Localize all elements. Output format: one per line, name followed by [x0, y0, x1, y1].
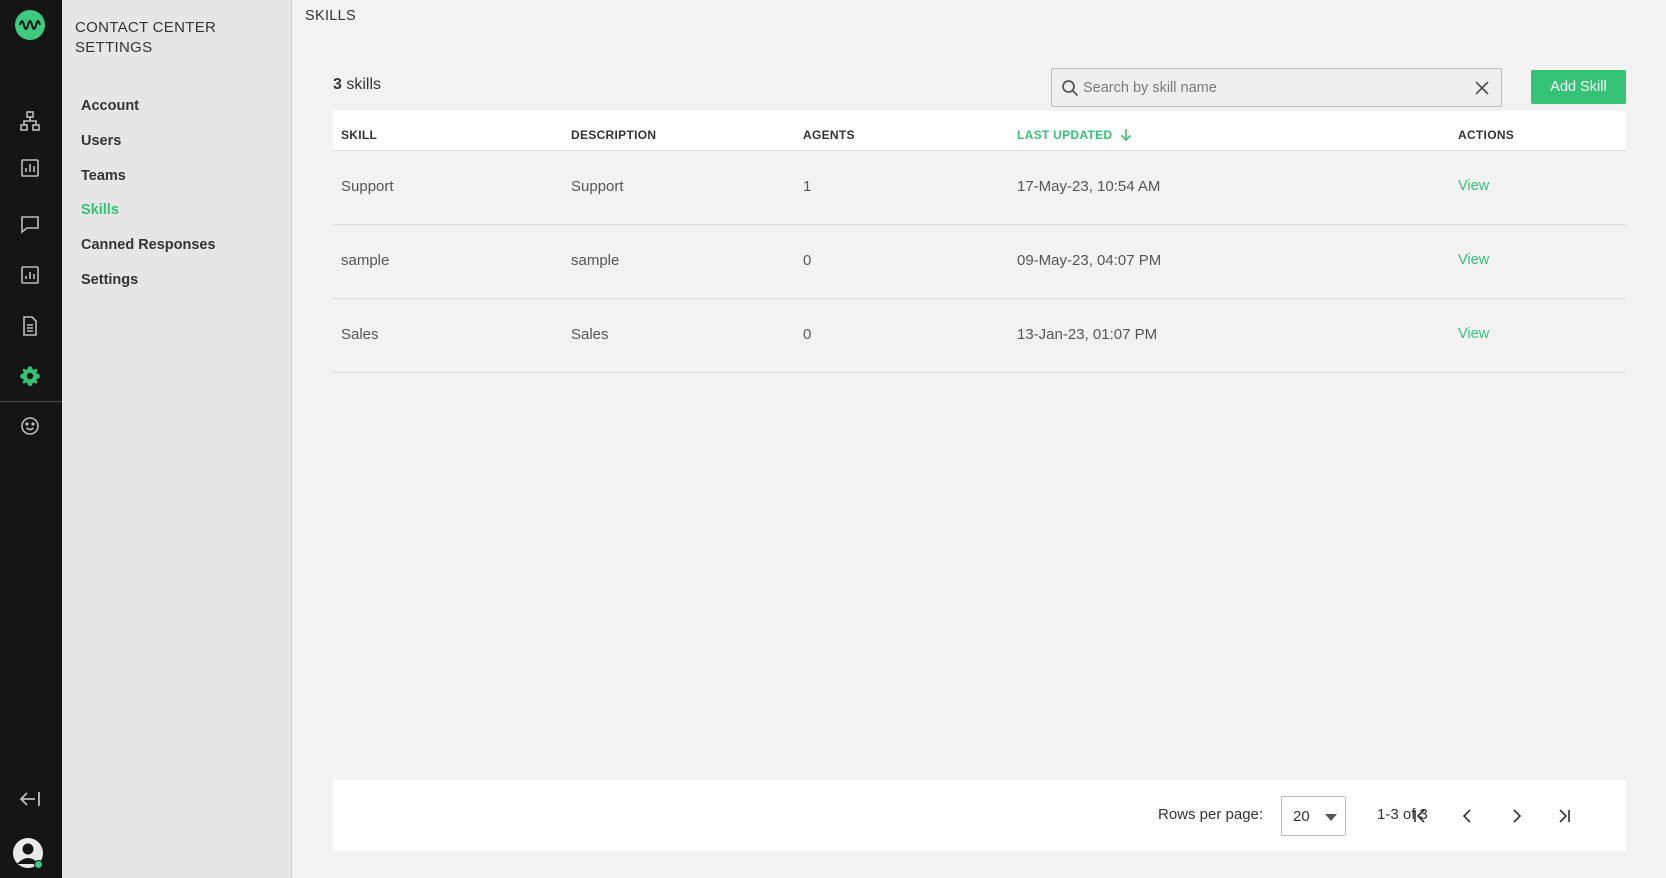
cell-skill: Sales — [341, 326, 379, 343]
sidebar-item-users[interactable]: Users — [81, 133, 121, 149]
next-page-icon[interactable] — [1505, 805, 1527, 827]
cell-description: sample — [571, 252, 620, 269]
cell-agents: 0 — [803, 326, 812, 343]
analytics-icon[interactable] — [17, 155, 43, 181]
settings-icon[interactable] — [17, 363, 43, 389]
table-header: SKILL DESCRIPTION AGENTS LAST UPDATED AC… — [333, 111, 1626, 151]
cell-last-updated: 13-Jan-23, 01:07 PM — [1017, 326, 1158, 343]
sidebar-item-skills[interactable]: Skills — [81, 202, 119, 218]
cell-agents: 0 — [803, 252, 812, 269]
sidebar-item-canned-responses[interactable]: Canned Responses — [81, 237, 216, 253]
column-header-description[interactable]: DESCRIPTION — [571, 128, 656, 142]
main-content: SKILLS 3 skills Add Skill SKILL DESCRIPT… — [292, 0, 1666, 878]
document-icon[interactable] — [17, 313, 43, 339]
column-header-agents[interactable]: AGENTS — [803, 128, 855, 142]
settings-sidebar: CONTACT CENTER SETTINGS Account Users Te… — [62, 0, 292, 878]
last-updated-label: LAST UPDATED — [1017, 128, 1113, 142]
sidebar-item-settings[interactable]: Settings — [81, 272, 138, 288]
column-header-last-updated[interactable]: LAST UPDATED — [1017, 128, 1132, 142]
pagination-bar: Rows per page: 20 1-3 of 3 — [333, 780, 1626, 851]
app-rail — [0, 0, 62, 878]
cell-agents: 1 — [803, 178, 812, 195]
org-chart-icon[interactable] — [17, 108, 43, 134]
sidebar-item-teams[interactable]: Teams — [81, 168, 126, 184]
rail-divider — [0, 401, 62, 402]
cell-skill: sample — [341, 252, 390, 269]
sidebar-item-account[interactable]: Account — [81, 98, 139, 114]
sort-descending-icon — [1120, 129, 1132, 142]
skills-count-number: 3 — [333, 76, 342, 93]
search-input[interactable] — [1083, 69, 1463, 106]
first-page-icon[interactable] — [1409, 805, 1431, 827]
skills-count: 3 skills — [333, 76, 381, 94]
add-skill-button[interactable]: Add Skill — [1531, 70, 1626, 104]
page-title: SKILLS — [305, 8, 356, 24]
rows-per-page-select[interactable]: 20 — [1281, 796, 1346, 836]
search-icon — [1061, 79, 1079, 102]
skills-count-unit: skills — [341, 76, 382, 93]
column-header-skill[interactable]: SKILL — [341, 128, 377, 142]
sidebar-title: CONTACT CENTER SETTINGS — [75, 19, 217, 56]
rows-per-page-value: 20 — [1293, 808, 1310, 825]
column-header-actions: ACTIONS — [1458, 128, 1515, 142]
cell-last-updated: 09-May-23, 04:07 PM — [1017, 252, 1162, 269]
smiley-icon[interactable] — [17, 413, 43, 439]
view-link[interactable]: View — [1458, 326, 1489, 342]
view-link[interactable]: View — [1458, 252, 1489, 268]
cell-last-updated: 17-May-23, 10:54 AM — [1017, 178, 1161, 195]
brand-logo-icon[interactable] — [15, 10, 45, 40]
previous-page-icon[interactable] — [1457, 805, 1479, 827]
table-row: sample sample 0 09-May-23, 04:07 PM View — [333, 225, 1626, 299]
rows-per-page-label: Rows per page: — [1158, 806, 1264, 823]
table-row: Sales Sales 0 13-Jan-23, 01:07 PM View — [333, 299, 1626, 373]
cell-description: Support — [571, 178, 624, 195]
table-row: Support Support 1 17-May-23, 10:54 AM Vi… — [333, 151, 1626, 225]
skills-table: SKILL DESCRIPTION AGENTS LAST UPDATED AC… — [333, 111, 1626, 373]
reports-icon[interactable] — [17, 262, 43, 288]
online-status-indicator — [34, 860, 43, 869]
caret-down-icon — [1325, 814, 1337, 821]
chat-icon[interactable] — [17, 211, 43, 237]
cell-description: Sales — [571, 326, 609, 343]
search-box — [1051, 68, 1502, 107]
collapse-icon[interactable] — [17, 786, 43, 812]
clear-search-icon[interactable] — [1475, 81, 1489, 100]
view-link[interactable]: View — [1458, 178, 1489, 194]
last-page-icon[interactable] — [1553, 805, 1575, 827]
cell-skill: Support — [341, 178, 394, 195]
